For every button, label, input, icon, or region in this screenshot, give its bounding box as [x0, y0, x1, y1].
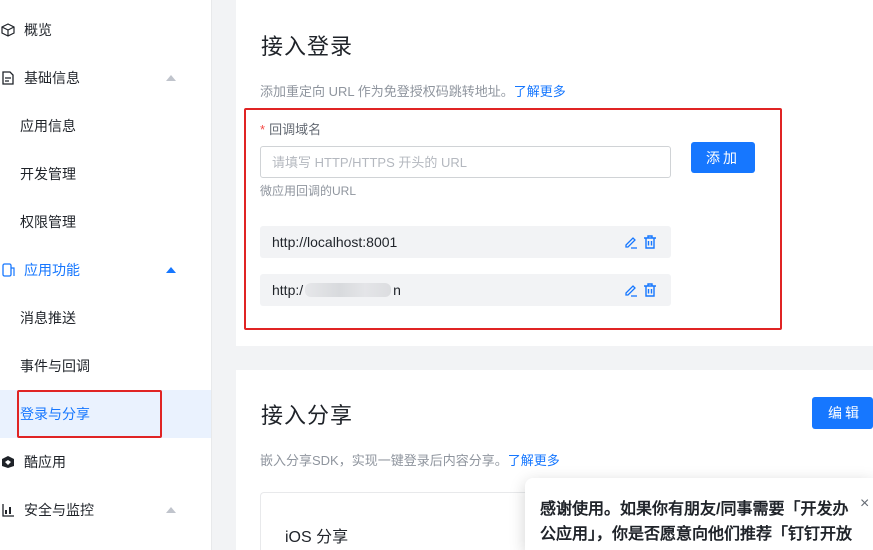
- chevron-up-icon[interactable]: [166, 507, 176, 513]
- sidebar-item-overview[interactable]: 概览: [0, 6, 211, 54]
- share-section-title: 接入分享: [261, 404, 354, 429]
- share-description: 嵌入分享SDK，实现一键登录后内容分享。了解更多: [260, 450, 560, 469]
- sidebar-item-label: 事件与回调: [20, 358, 90, 374]
- url-text-suffix: n: [393, 282, 401, 298]
- login-description: 添加重定向 URL 作为免登授权码跳转地址。了解更多: [260, 81, 566, 100]
- sidebar-item-label: 消息推送: [20, 310, 76, 326]
- close-icon[interactable]: ×: [860, 496, 869, 512]
- sidebar: 概览 基础信息 应用信息 开发管理 权限管理 应用功能 消息推送 事件与回调 登…: [0, 0, 212, 550]
- sidebar-item-security-monitoring[interactable]: 安全与监控: [0, 486, 211, 534]
- trash-icon[interactable]: [642, 234, 658, 250]
- sidebar-item-permission-management[interactable]: 权限管理: [0, 198, 211, 246]
- chevron-up-icon[interactable]: [166, 267, 176, 273]
- sidebar-item-label: 基础信息: [24, 70, 80, 86]
- edit-icon[interactable]: [623, 282, 639, 298]
- sidebar-item-dev-management[interactable]: 开发管理: [0, 150, 211, 198]
- url-list-item: http:/ n: [260, 274, 671, 306]
- sidebar-item-app-functions[interactable]: 应用功能: [0, 246, 211, 294]
- url-text-prefix: http:/: [272, 282, 304, 298]
- cool-app-icon: [0, 454, 16, 470]
- share-description-text: 嵌入分享SDK，实现一键登录后内容分享。: [260, 453, 508, 468]
- chevron-up-icon[interactable]: [166, 75, 176, 81]
- trash-icon[interactable]: [642, 282, 658, 298]
- login-description-text: 添加重定向 URL 作为免登授权码跳转地址。: [260, 84, 514, 99]
- share-learn-more-link[interactable]: 了解更多: [508, 453, 560, 468]
- sidebar-item-label: 应用功能: [24, 262, 80, 278]
- sidebar-item-label: 开发管理: [20, 166, 76, 182]
- sidebar-item-label: 酷应用: [24, 454, 66, 470]
- sidebar-item-label: 权限管理: [20, 214, 76, 230]
- sidebar-item-login-share[interactable]: 登录与分享: [0, 390, 211, 438]
- sidebar-item-cool-app[interactable]: 酷应用: [0, 438, 211, 486]
- chart-icon: [0, 502, 16, 518]
- callback-domain-label: * 回调域名: [260, 119, 321, 138]
- sidebar-item-label: 概览: [24, 22, 52, 38]
- sidebar-item-basic-info[interactable]: 基础信息: [0, 54, 211, 102]
- url-text: http://localhost:8001: [272, 234, 398, 250]
- sidebar-item-app-info[interactable]: 应用信息: [0, 102, 211, 150]
- callback-domain-label-text: 回调域名: [269, 122, 322, 137]
- sidebar-item-label: 登录与分享: [20, 406, 90, 422]
- add-button[interactable]: 添加: [691, 142, 755, 173]
- sidebar-item-events-callbacks[interactable]: 事件与回调: [0, 342, 211, 390]
- sidebar-item-label: 安全与监控: [24, 502, 94, 518]
- feedback-popup: 感谢使用。如果你有朋友/同事需要「开发办公应用」，你是否愿意向他们推荐「钉钉开放…: [525, 478, 873, 550]
- redacted-text: [305, 283, 392, 297]
- callback-url-hint: 微应用回调的URL: [260, 184, 357, 198]
- cube-icon: [0, 22, 16, 38]
- sidebar-item-label: 应用信息: [20, 118, 76, 134]
- edit-icon[interactable]: [623, 234, 639, 250]
- login-section-title: 接入登录: [261, 35, 354, 60]
- document-icon: [0, 70, 16, 86]
- required-marker: *: [260, 122, 266, 137]
- callback-url-input[interactable]: [260, 146, 671, 178]
- login-learn-more-link[interactable]: 了解更多: [514, 84, 566, 99]
- edit-button[interactable]: 编辑: [812, 397, 873, 429]
- url-list-item: http://localhost:8001: [260, 226, 671, 258]
- ios-share-title: iOS 分享: [285, 529, 349, 546]
- app-function-icon: [0, 262, 16, 278]
- ios-share-panel: iOS 分享: [260, 492, 540, 550]
- feedback-popup-text: 感谢使用。如果你有朋友/同事需要「开发办公应用」，你是否愿意向他们推荐「钉钉开放…: [540, 501, 853, 543]
- sidebar-item-message-push[interactable]: 消息推送: [0, 294, 211, 342]
